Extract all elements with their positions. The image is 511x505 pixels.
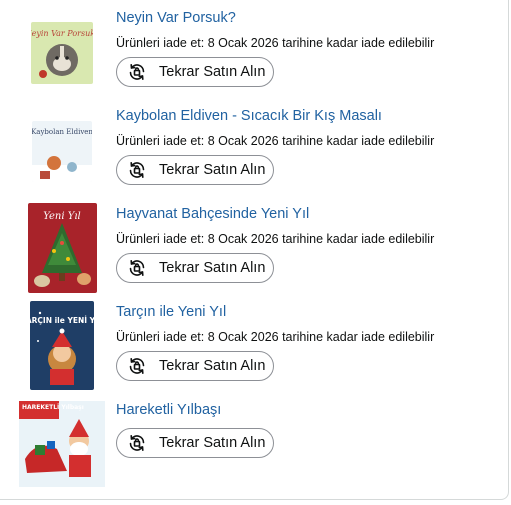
product-image[interactable]: Kaybolan Eldiven [32,121,92,182]
order-items-panel: Neyin Var Porsuk? Neyin Var Porsuk? Ürün… [0,0,509,500]
product-title-link[interactable]: Hareketli Yılbaşı [116,402,221,418]
buy-again-button[interactable]: Tekrar Satın Alın [116,155,274,185]
product-image[interactable]: HAREKETLİ Yılbaşı [17,399,107,489]
rebuy-icon [127,258,147,278]
rebuy-icon [127,62,147,82]
product-image[interactable]: Neyin Var Porsuk? [31,22,93,84]
order-item: Kaybolan Eldiven Kaybolan Eldiven - Sıca… [0,108,500,206]
buy-again-button[interactable]: Tekrar Satın Alın [116,428,274,458]
product-title-link[interactable]: Tarçın ile Yeni Yıl [116,304,226,320]
return-eligibility-text: Ürünleri iade et: 8 Ocak 2026 tarihine k… [116,134,435,148]
cover-title-text: Kaybolan Eldiven [32,128,92,136]
product-title-link[interactable]: Hayvanat Bahçesinde Yeni Yıl [116,206,309,222]
return-eligibility-text: Ürünleri iade et: 8 Ocak 2026 tarihine k… [116,36,435,50]
product-title-link[interactable]: Neyin Var Porsuk? [116,10,236,26]
buy-again-button[interactable]: Tekrar Satın Alın [116,57,274,87]
rebuy-icon [127,160,147,180]
product-image[interactable]: TARÇIN ile YENİ YIL [30,301,94,390]
cover-title-text: TARÇIN ile YENİ YIL [30,316,94,325]
order-item: Yeni Yıl Hayvanat Bahçesinde Yeni Yıl Ür… [0,203,500,304]
buy-again-label: Tekrar Satın Alın [159,435,266,451]
product-title-link[interactable]: Kaybolan Eldiven - Sıcacık Bir Kış Masal… [116,108,382,124]
return-eligibility-text: Ürünleri iade et: 8 Ocak 2026 tarihine k… [116,330,435,344]
buy-again-label: Tekrar Satın Alın [159,358,266,374]
buy-again-button[interactable]: Tekrar Satın Alın [116,253,274,283]
buy-again-label: Tekrar Satın Alın [159,260,266,276]
buy-again-label: Tekrar Satın Alın [159,64,266,80]
order-item: Neyin Var Porsuk? Neyin Var Porsuk? Ürün… [0,10,500,108]
order-item: HAREKETLİ Yılbaşı Hareketli Yılbaşı Tekr… [0,399,500,500]
return-eligibility-text: Ürünleri iade et: 8 Ocak 2026 tarihine k… [116,232,435,246]
order-item: TARÇIN ile YENİ YIL Tarçın ile Yeni Yıl … [0,301,500,402]
rebuy-icon [127,433,147,453]
cover-title-text: HAREKETLİ Yılbaşı [22,404,84,411]
cover-title-text: Yeni Yıl [43,211,80,222]
cover-title-text: Neyin Var Porsuk? [31,29,93,38]
rebuy-icon [127,356,147,376]
product-image[interactable]: Yeni Yıl [28,203,97,293]
buy-again-button[interactable]: Tekrar Satın Alın [116,351,274,381]
buy-again-label: Tekrar Satın Alın [159,162,266,178]
